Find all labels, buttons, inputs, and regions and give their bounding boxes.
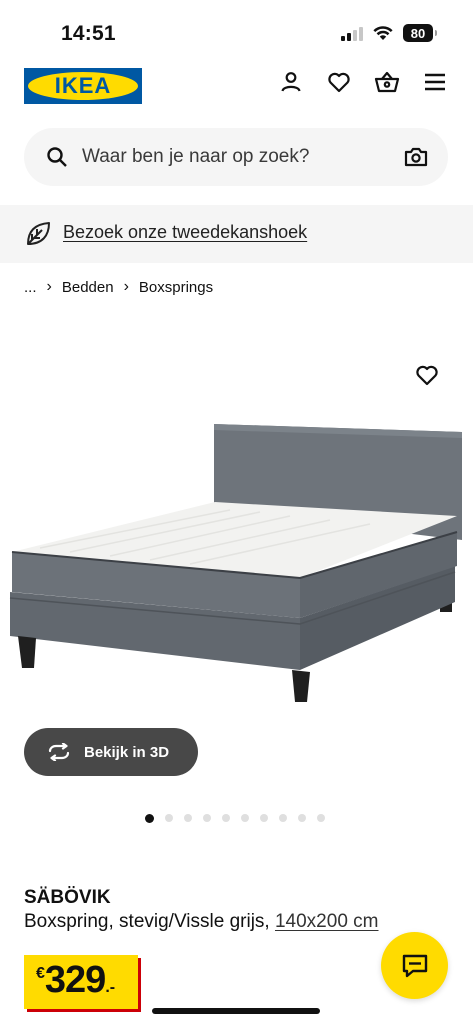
camera-icon[interactable] (404, 146, 428, 168)
pagination-dot[interactable] (165, 814, 173, 822)
product-description: Boxspring, stevig/Vissle grijs, 140x200 … (24, 911, 379, 933)
home-indicator[interactable] (152, 1008, 320, 1014)
account-icon[interactable] (277, 68, 305, 96)
chat-icon (402, 954, 427, 977)
battery-icon: 80 (403, 24, 437, 42)
logo-text: IKEA (54, 73, 112, 98)
search-input[interactable] (82, 128, 382, 186)
search-bar (24, 128, 448, 186)
product-size-link[interactable]: 140x200 cm (275, 911, 379, 932)
second-chance-link[interactable]: Bezoek onze tweedekanshoek (63, 222, 307, 243)
ikea-logo[interactable]: IKEA (24, 68, 142, 104)
status-bar: 14:51 80 (0, 0, 473, 60)
header: IKEA (0, 60, 473, 110)
pagination-dot[interactable] (241, 814, 249, 822)
status-time: 14:51 (61, 22, 116, 45)
product-image[interactable] (0, 340, 473, 732)
search-icon[interactable] (46, 146, 68, 168)
basket-icon[interactable] (373, 68, 401, 96)
pagination-dot[interactable] (298, 814, 306, 822)
image-pagination (145, 813, 325, 823)
chat-button[interactable] (381, 932, 448, 999)
breadcrumb-item-more[interactable]: ... (24, 279, 37, 296)
view-3d-button[interactable]: Bekijk in 3D (24, 728, 198, 776)
price-tag: € 329 .- (24, 955, 138, 1009)
pagination-dot[interactable] (222, 814, 230, 822)
menu-icon[interactable] (421, 68, 449, 96)
breadcrumb: ... › Bedden › Boxsprings (24, 278, 213, 296)
pagination-dot[interactable] (184, 814, 192, 822)
second-chance-banner: Bezoek onze tweedekanshoek (0, 205, 473, 263)
price-currency: € (36, 965, 45, 982)
pagination-dot[interactable] (145, 813, 154, 823)
breadcrumb-item-bedden[interactable]: Bedden (62, 279, 114, 296)
pagination-dot[interactable] (203, 814, 211, 822)
breadcrumb-item-boxsprings[interactable]: Boxsprings (139, 279, 213, 296)
price-amount: 329 (44, 959, 106, 1001)
product-name: SÄBÖVIK (24, 887, 111, 908)
pagination-dot[interactable] (317, 814, 325, 822)
rotate-3d-icon (48, 743, 70, 761)
boxspring-bed-image (9, 424, 462, 702)
battery-level: 80 (410, 25, 426, 41)
pagination-dot[interactable] (279, 814, 287, 822)
wishlist-heart-icon[interactable] (415, 364, 439, 386)
chevron-right-icon: › (123, 278, 129, 295)
header-actions (277, 68, 449, 96)
price-decimal: .- (105, 979, 116, 996)
view-3d-label: Bekijk in 3D (84, 743, 170, 761)
chevron-right-icon: › (46, 278, 52, 295)
pagination-dot[interactable] (260, 814, 268, 822)
heart-icon[interactable] (325, 68, 353, 96)
leaf-icon (27, 222, 50, 245)
wifi-icon (373, 26, 393, 40)
status-icons: 80 (341, 24, 437, 42)
cellular-signal-icon (341, 25, 363, 41)
product-description-text: Boxspring, stevig/Vissle grijs, (24, 911, 270, 932)
